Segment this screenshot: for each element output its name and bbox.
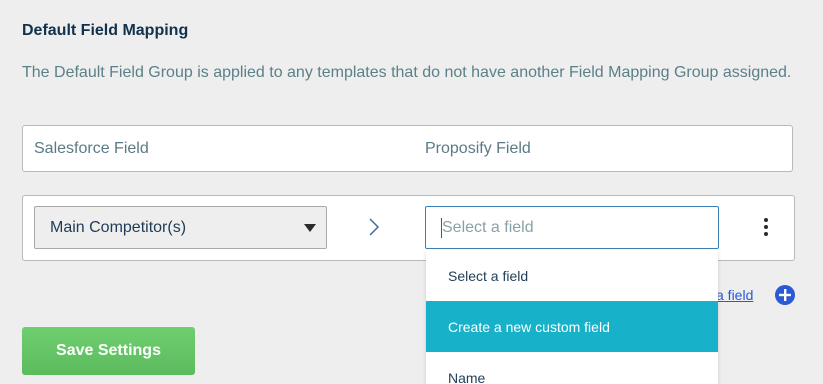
dropdown-option-create-custom-field[interactable]: Create a new custom field xyxy=(426,301,718,352)
plus-circle-icon[interactable] xyxy=(774,284,796,306)
text-cursor xyxy=(441,218,442,238)
section-description: The Default Field Group is applied to an… xyxy=(22,64,792,81)
proposify-field-header: Proposify Field xyxy=(425,140,531,157)
salesforce-field-select[interactable]: Main Competitor(s) xyxy=(34,206,327,249)
mapping-table-header: Salesforce Field Proposify Field xyxy=(22,125,793,172)
section-title: Default Field Mapping xyxy=(22,22,189,39)
more-vertical-icon[interactable] xyxy=(762,217,770,237)
caret-down-icon xyxy=(304,224,316,232)
chevron-right-icon xyxy=(369,218,380,236)
dropdown-option-select-a-field[interactable]: Select a field xyxy=(426,250,718,301)
proposify-field-input[interactable] xyxy=(425,206,719,249)
proposify-field-dropdown: Select a field Create a new custom field… xyxy=(426,250,718,384)
salesforce-field-selected-value: Main Competitor(s) xyxy=(50,219,187,236)
dropdown-option-name[interactable]: Name xyxy=(426,352,718,384)
salesforce-field-header: Salesforce Field xyxy=(34,140,149,157)
add-field-link[interactable]: a field xyxy=(716,287,753,303)
save-settings-button[interactable]: Save Settings xyxy=(22,327,195,375)
